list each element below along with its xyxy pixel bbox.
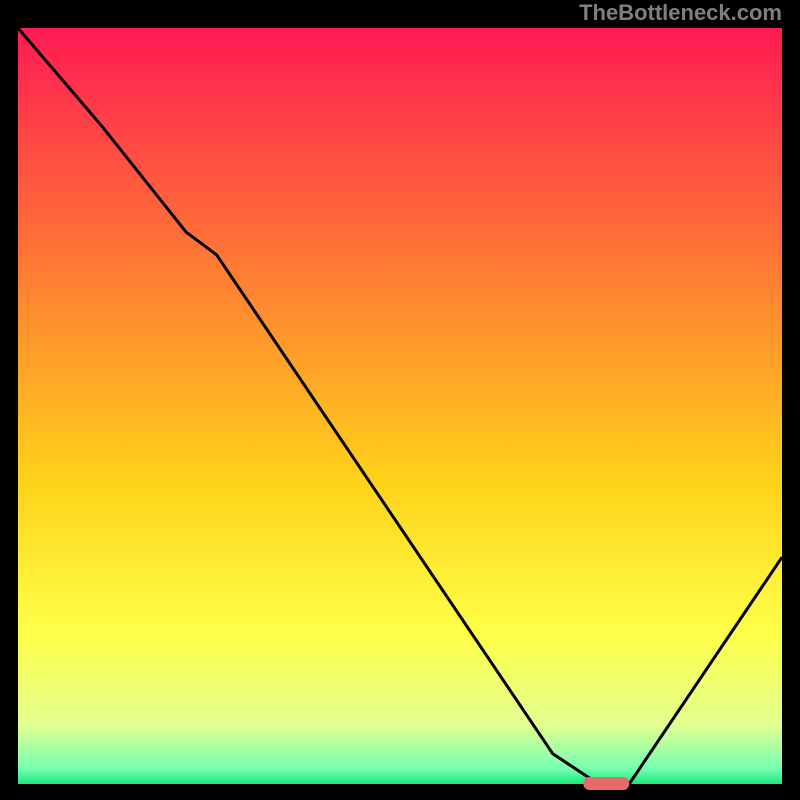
optimal-marker [583,777,629,790]
bottleneck-chart [0,0,800,800]
plot-area [18,28,782,784]
